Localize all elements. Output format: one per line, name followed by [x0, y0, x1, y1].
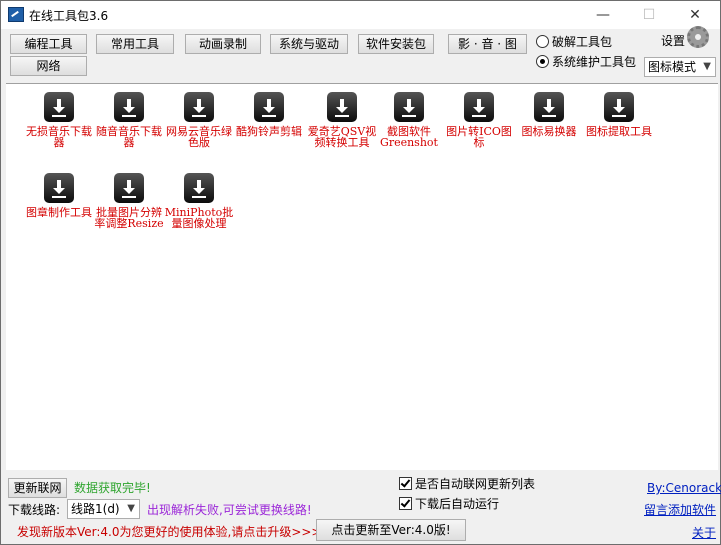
update-button[interactable]: 点击更新至Ver:4.0版! [316, 519, 466, 541]
view-mode-select[interactable]: 图标模式 ▼ [644, 57, 716, 77]
download-icon [394, 92, 424, 122]
tool-item[interactable]: 爱奇艺QSV视频转换工具 [304, 92, 380, 148]
radio-maintenance-tools[interactable]: 系统维护工具包 [536, 53, 636, 70]
category-button-common[interactable]: 常用工具 [96, 34, 174, 54]
minimize-button[interactable]: — [580, 1, 626, 29]
tool-label: 图标提取工具 [586, 125, 652, 138]
radio-label: 系统维护工具包 [552, 55, 637, 69]
about-link[interactable]: 关于 [692, 524, 716, 541]
download-icon [114, 173, 144, 203]
category-button-system[interactable]: 系统与驱动 [270, 34, 348, 54]
tool-item[interactable]: 图片转ICO图标 [444, 92, 514, 148]
tool-item[interactable]: 网易云音乐绿色版 [164, 92, 234, 148]
window-title: 在线工具包3.6 [29, 9, 109, 23]
download-icon [534, 92, 564, 122]
download-route-label: 下载线路: [8, 503, 61, 517]
tool-item[interactable]: 无损音乐下载器 [24, 92, 94, 148]
radio-crack-tools[interactable]: 破解工具包 [536, 33, 612, 50]
checkbox-checked [399, 497, 412, 510]
app-window: 在线工具包3.6 — ☐ ✕ 编程工具 常用工具 动画录制 系统与驱动 软件安装… [0, 0, 721, 545]
refresh-network-button[interactable]: 更新联网 [8, 478, 67, 498]
tool-label: 网易云音乐绿色版 [166, 125, 232, 149]
app-icon [8, 7, 24, 22]
download-icon [44, 92, 74, 122]
radio-indicator [536, 35, 549, 48]
author-link[interactable]: By:Cenorack [647, 481, 721, 495]
category-button-network[interactable]: 网络 [10, 56, 87, 76]
tool-label: 图标易换器 [521, 125, 577, 138]
settings-label[interactable]: 设置 [661, 32, 685, 49]
add-software-link[interactable]: 留言添加软件 [644, 501, 716, 518]
download-icon [184, 92, 214, 122]
new-version-text: 发现新版本Ver:4.0为您更好的使用体验,请点击升级>>> [17, 525, 322, 539]
tool-item[interactable]: 图章制作工具 [24, 173, 94, 218]
chevron-down-icon: ▼ [703, 61, 711, 72]
tool-item[interactable]: 批量图片分辨率调整Resize [94, 173, 164, 229]
category-button-recording[interactable]: 动画录制 [185, 34, 261, 54]
download-icon [184, 173, 214, 203]
category-button-programming[interactable]: 编程工具 [10, 34, 87, 54]
tool-label: 无损音乐下载器 [26, 125, 92, 149]
download-icon [44, 173, 74, 203]
radio-label: 破解工具包 [552, 35, 613, 49]
chevron-down-icon: ▼ [127, 503, 135, 514]
close-button[interactable]: ✕ [672, 1, 718, 29]
download-icon [254, 92, 284, 122]
tool-list-panel: 无损音乐下载器 随音音乐下载器 网易云音乐绿色版 酷狗铃声剪辑 爱奇艺QSV视频… [6, 83, 718, 470]
title-bar: 在线工具包3.6 — ☐ ✕ [1, 1, 720, 29]
tool-item[interactable]: MiniPhoto批量图像处理 [164, 173, 234, 229]
maximize-button[interactable]: ☐ [626, 1, 672, 29]
tool-item[interactable]: 酷狗铃声剪辑 [234, 92, 304, 137]
tool-label: 随音音乐下载器 [96, 125, 162, 149]
data-status-text: 数据获取完毕! [74, 481, 151, 495]
download-icon [604, 92, 634, 122]
route-select[interactable]: 线路1(d) ▼ [67, 499, 140, 519]
auto-run-checkbox[interactable]: 下载后自动运行 [399, 495, 499, 512]
tool-label: 图片转ICO图标 [446, 125, 512, 149]
route-hint-text: 出现解析失败,可尝试更换线路! [147, 503, 312, 517]
tool-item[interactable]: 随音音乐下载器 [94, 92, 164, 148]
tool-label: 爱奇艺QSV视频转换工具 [307, 125, 377, 149]
auto-refresh-checkbox[interactable]: 是否自动联网更新列表 [399, 475, 535, 492]
tool-label: 图章制作工具 [26, 206, 92, 219]
category-button-installers[interactable]: 软件安装包 [358, 34, 434, 54]
tool-item[interactable]: 截图软件Greenshot [374, 92, 444, 148]
checkbox-checked [399, 477, 412, 490]
tool-label: MiniPhoto批量图像处理 [164, 206, 234, 230]
tool-label: 酷狗铃声剪辑 [236, 125, 302, 138]
tool-item[interactable]: 图标易换器 [514, 92, 584, 137]
tool-label: 截图软件Greenshot [380, 125, 438, 149]
download-icon [327, 92, 357, 122]
tool-label: 批量图片分辨率调整Resize [94, 206, 164, 230]
download-icon [114, 92, 144, 122]
gear-icon[interactable] [687, 26, 709, 48]
checkbox-label: 下载后自动运行 [415, 497, 500, 511]
view-mode-value: 图标模式 [648, 60, 697, 74]
radio-indicator [536, 55, 549, 68]
category-button-media[interactable]: 影 · 音 · 图 [448, 34, 527, 54]
route-value: 线路1(d) [71, 502, 120, 516]
checkbox-label: 是否自动联网更新列表 [415, 477, 536, 491]
download-icon [464, 92, 494, 122]
tool-item[interactable]: 图标提取工具 [584, 92, 654, 137]
